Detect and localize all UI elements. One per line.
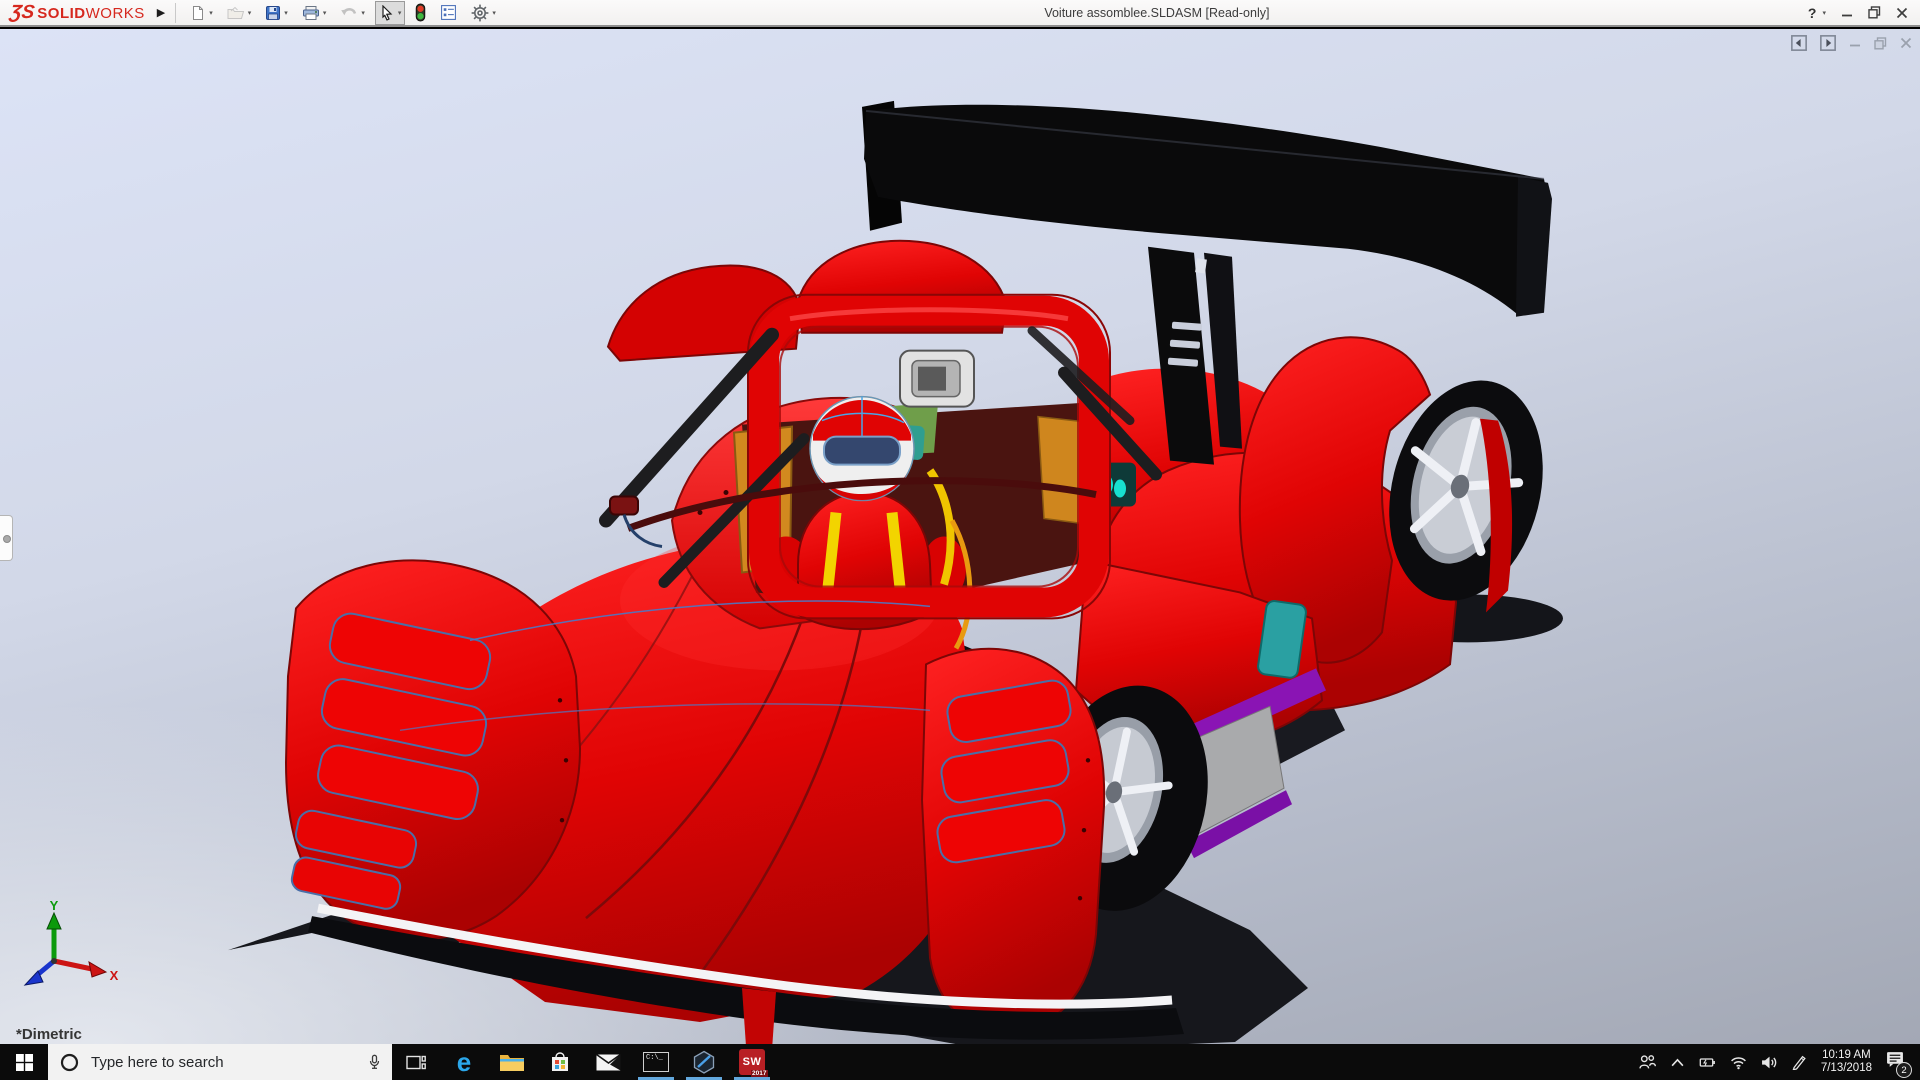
taskbar-edge-button[interactable]: e (440, 1044, 488, 1080)
windows-logo-icon (16, 1054, 33, 1071)
document-restore-icon[interactable] (1874, 37, 1887, 50)
windows-taskbar: Type here to search (0, 1044, 1920, 1080)
edge-icon: e (457, 1049, 471, 1075)
triad-y-label: Y (50, 899, 59, 913)
action-center-button[interactable]: 2 (1886, 1051, 1904, 1073)
undo-arrow-icon (340, 5, 358, 20)
help-dropdown-caret[interactable]: ▾ (1822, 9, 1826, 17)
taskbar-search-box[interactable]: Type here to search (48, 1044, 392, 1080)
document-title: Voiture assomblee.SLDASM [Read-only] (506, 6, 1808, 20)
hexagon-app-icon (692, 1050, 716, 1074)
next-window-button[interactable] (1820, 35, 1836, 51)
search-placeholder: Type here to search (91, 1054, 367, 1071)
taskbar-edrawings-button[interactable] (680, 1044, 728, 1080)
notification-badge: 2 (1896, 1062, 1912, 1078)
save-floppy-icon (265, 5, 281, 21)
orientation-triad: Y X (12, 899, 122, 994)
document-close-icon[interactable] (1900, 37, 1912, 49)
taskbar-command-prompt-button[interactable]: C:\_ (632, 1044, 680, 1080)
traffic-light-icon (415, 3, 426, 22)
save-button[interactable]: ▾ (261, 1, 292, 25)
properties-list-icon (440, 4, 457, 21)
gear-icon (471, 4, 489, 22)
task-view-icon (406, 1054, 426, 1071)
open-document-button[interactable]: ▾ (223, 1, 256, 25)
cortana-icon (60, 1053, 79, 1072)
taskbar-solidworks-button[interactable]: SW 2017 (728, 1044, 776, 1080)
wifi-icon[interactable] (1730, 1055, 1747, 1070)
solidworks-window: ƷSSOLIDWORKS ▶ ▾ ▾ ▾ (0, 0, 1920, 1080)
solidworks-logo: ƷSSOLIDWORKS (10, 2, 145, 24)
printer-icon (302, 5, 320, 21)
chevron-up-icon[interactable] (1670, 1057, 1685, 1068)
close-icon (1896, 7, 1908, 19)
start-button[interactable] (0, 1044, 48, 1080)
volume-icon[interactable] (1761, 1055, 1777, 1070)
system-tray: 10:19 AM 7/13/2018 2 (1639, 1044, 1920, 1080)
right-fender (922, 649, 1104, 1032)
help-button[interactable]: ? (1808, 5, 1817, 21)
feature-manager-collapsed-tab[interactable] (0, 515, 13, 561)
select-cursor-icon (379, 5, 395, 21)
menu-expand-arrow-icon[interactable]: ▶ (157, 6, 165, 19)
clock-time: 10:19 AM (1821, 1049, 1872, 1062)
people-icon[interactable] (1639, 1054, 1656, 1070)
options-button[interactable]: ▾ (467, 1, 500, 25)
file-explorer-icon (499, 1052, 525, 1072)
document-window-controls (1791, 35, 1912, 51)
taskbar-file-explorer-button[interactable] (488, 1044, 536, 1080)
new-document-button[interactable]: ▾ (186, 1, 217, 25)
clock-date: 7/13/2018 (1821, 1062, 1872, 1075)
car-model (0, 29, 1920, 1044)
logo-glyph: ƷS (8, 2, 35, 24)
task-view-button[interactable] (392, 1044, 440, 1080)
mail-icon (596, 1054, 621, 1071)
title-bar: ƷSSOLIDWORKS ▶ ▾ ▾ ▾ (0, 0, 1920, 27)
rearview-mirror (900, 351, 974, 407)
close-button[interactable] (1896, 7, 1908, 19)
document-minimize-icon[interactable] (1849, 37, 1861, 49)
graphics-viewport[interactable]: Y X *Dimetric (0, 29, 1920, 1044)
taskbar-clock[interactable]: 10:19 AM 7/13/2018 (1821, 1049, 1872, 1075)
restore-icon (1868, 6, 1881, 19)
store-icon (549, 1051, 571, 1073)
taskbar-store-button[interactable] (536, 1044, 584, 1080)
taskbar-mail-button[interactable] (584, 1044, 632, 1080)
print-button[interactable]: ▾ (298, 1, 331, 25)
microphone-icon[interactable] (367, 1054, 382, 1071)
view-orientation-label: *Dimetric (16, 1026, 82, 1043)
battery-icon[interactable] (1699, 1055, 1716, 1070)
minimize-button[interactable] (1841, 7, 1853, 19)
taskbar-apps: e (392, 1044, 776, 1080)
command-prompt-icon: C:\_ (643, 1052, 669, 1072)
pen-icon[interactable] (1791, 1054, 1807, 1070)
triad-x-label: X (110, 968, 119, 983)
restore-button[interactable] (1868, 6, 1881, 19)
open-folder-icon (227, 5, 245, 21)
select-tool-button[interactable]: ▾ (375, 1, 406, 25)
file-properties-button[interactable] (436, 1, 461, 25)
undo-button[interactable]: ▾ (336, 1, 369, 25)
solidworks-2017-icon: SW 2017 (739, 1049, 765, 1075)
previous-window-button[interactable] (1791, 35, 1807, 51)
minimize-icon (1841, 7, 1853, 19)
rebuild-button[interactable] (411, 1, 430, 25)
toolbar-separator (175, 3, 176, 23)
new-document-icon (190, 5, 206, 21)
